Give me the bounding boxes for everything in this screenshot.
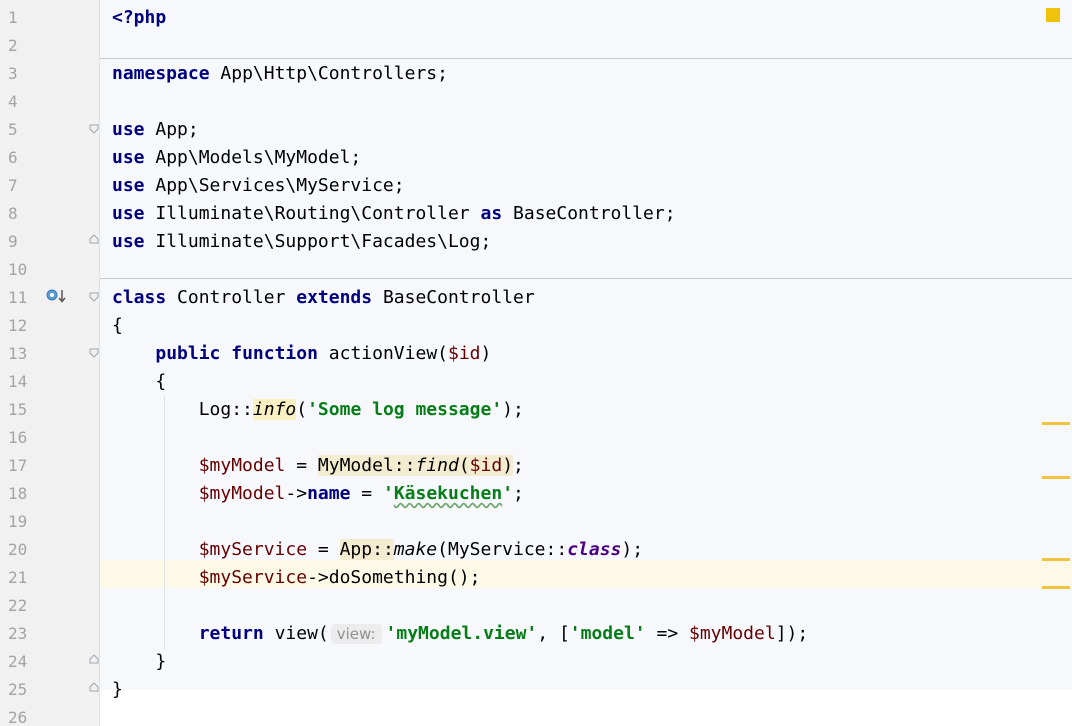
fold-open-icon[interactable]: [89, 124, 99, 134]
line-number: 2: [8, 36, 18, 55]
line-number: 18: [8, 484, 28, 503]
line-number: 3: [8, 64, 18, 83]
line-number: 6: [8, 148, 18, 167]
code-line-21: $myService->doSomething();: [198, 567, 481, 588]
line-number: 26: [8, 708, 28, 726]
code-line-9: use Illuminate\Support\Facades\Log;: [112, 231, 492, 252]
code-line-6: use App\Models\MyModel;: [112, 147, 362, 168]
code-line-20: $myService = App::make(MyService::class)…: [198, 539, 644, 560]
code-line-5: use App;: [112, 119, 199, 140]
static-call-highlight: MyModel::find($id): [317, 455, 514, 476]
line-number: 10: [8, 260, 28, 279]
fold-close-icon[interactable]: [89, 234, 99, 244]
line-number: 12: [8, 316, 28, 335]
code-line-14: {: [155, 371, 167, 392]
line-number: 23: [8, 624, 28, 643]
line-number: 16: [8, 428, 28, 447]
code-line-7: use App\Services\MyService;: [112, 175, 405, 196]
line-number: 19: [8, 512, 28, 531]
fold-open-icon[interactable]: [89, 348, 99, 358]
warning-stripe[interactable]: [1042, 422, 1070, 425]
warning-stripe[interactable]: [1042, 558, 1070, 561]
line-number: 13: [8, 344, 28, 363]
line-number: 4: [8, 92, 18, 111]
line-number: 7: [8, 176, 18, 195]
code-text-area[interactable]: <?php namespace App\Http\Controllers; us…: [100, 0, 1072, 726]
code-line-25: }: [112, 679, 123, 700]
line-number: 21: [8, 568, 28, 587]
line-number: 14: [8, 372, 28, 391]
line-number: 15: [8, 400, 28, 419]
fold-close-icon[interactable]: [89, 682, 99, 692]
static-call-highlight: info: [252, 399, 297, 420]
code-line-24: }: [155, 651, 167, 672]
spelling-warning[interactable]: Käsekuchen: [394, 483, 502, 504]
line-number: 11: [8, 288, 28, 307]
warning-stripe[interactable]: [1042, 476, 1070, 479]
code-line-13: public function actionView($id): [155, 343, 492, 364]
warning-stripe[interactable]: [1042, 586, 1070, 589]
code-line-11: class Controller extends BaseController: [112, 287, 535, 308]
fold-open-icon[interactable]: [89, 292, 99, 302]
line-number: 17: [8, 456, 28, 475]
line-number: 9: [8, 232, 18, 251]
code-line-23: return view(view:'myModel.view', ['model…: [198, 623, 809, 644]
parameter-hint: view:: [330, 624, 382, 644]
overridden-method-icon[interactable]: [46, 288, 66, 304]
method-separator: [100, 278, 1072, 279]
inspection-status-icon[interactable]: [1046, 8, 1060, 22]
code-line-1: <?php: [112, 7, 167, 28]
code-line-18: $myModel->name = 'Käsekuchen';: [198, 483, 524, 504]
line-number: 22: [8, 596, 28, 615]
line-number: 24: [8, 652, 28, 671]
line-number: 5: [8, 120, 18, 139]
code-line-15: Log::info('Some log message');: [198, 399, 524, 420]
code-line-8: use Illuminate\Routing\Controller as Bas…: [112, 203, 676, 224]
method-separator: [100, 58, 1072, 59]
code-line-12: {: [112, 315, 123, 336]
code-line-3: namespace App\Http\Controllers;: [112, 63, 448, 84]
indent-guide: [164, 396, 165, 650]
line-number-gutter[interactable]: 1 2 3 4 5 6 7 8 9 10 11 12 13 14 15 16 1…: [0, 0, 100, 726]
code-line-17: $myModel = MyModel::find($id);: [198, 455, 524, 476]
code-editor[interactable]: 1 2 3 4 5 6 7 8 9 10 11 12 13 14 15 16 1…: [0, 0, 1072, 726]
line-number: 1: [8, 8, 18, 27]
static-call-highlight: App::: [339, 539, 394, 560]
line-number: 20: [8, 540, 28, 559]
line-number: 25: [8, 680, 28, 699]
line-number: 8: [8, 204, 18, 223]
fold-close-icon[interactable]: [89, 654, 99, 664]
